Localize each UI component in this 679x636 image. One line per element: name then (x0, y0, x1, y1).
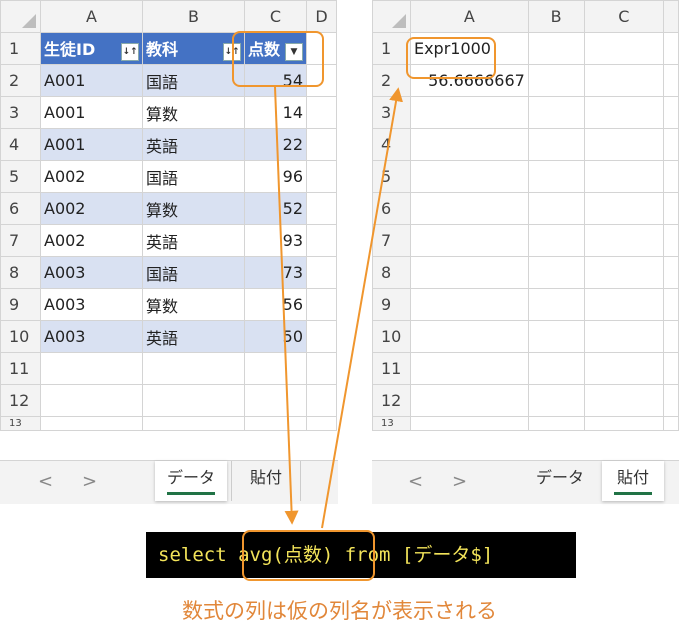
arrow-from-sql-to-expr-header (321, 87, 403, 529)
caption-text: 数式の列は仮の列名が表示される (182, 599, 497, 623)
arrow-from-score-to-sql (274, 86, 299, 525)
annotation-arrows (274, 86, 403, 529)
